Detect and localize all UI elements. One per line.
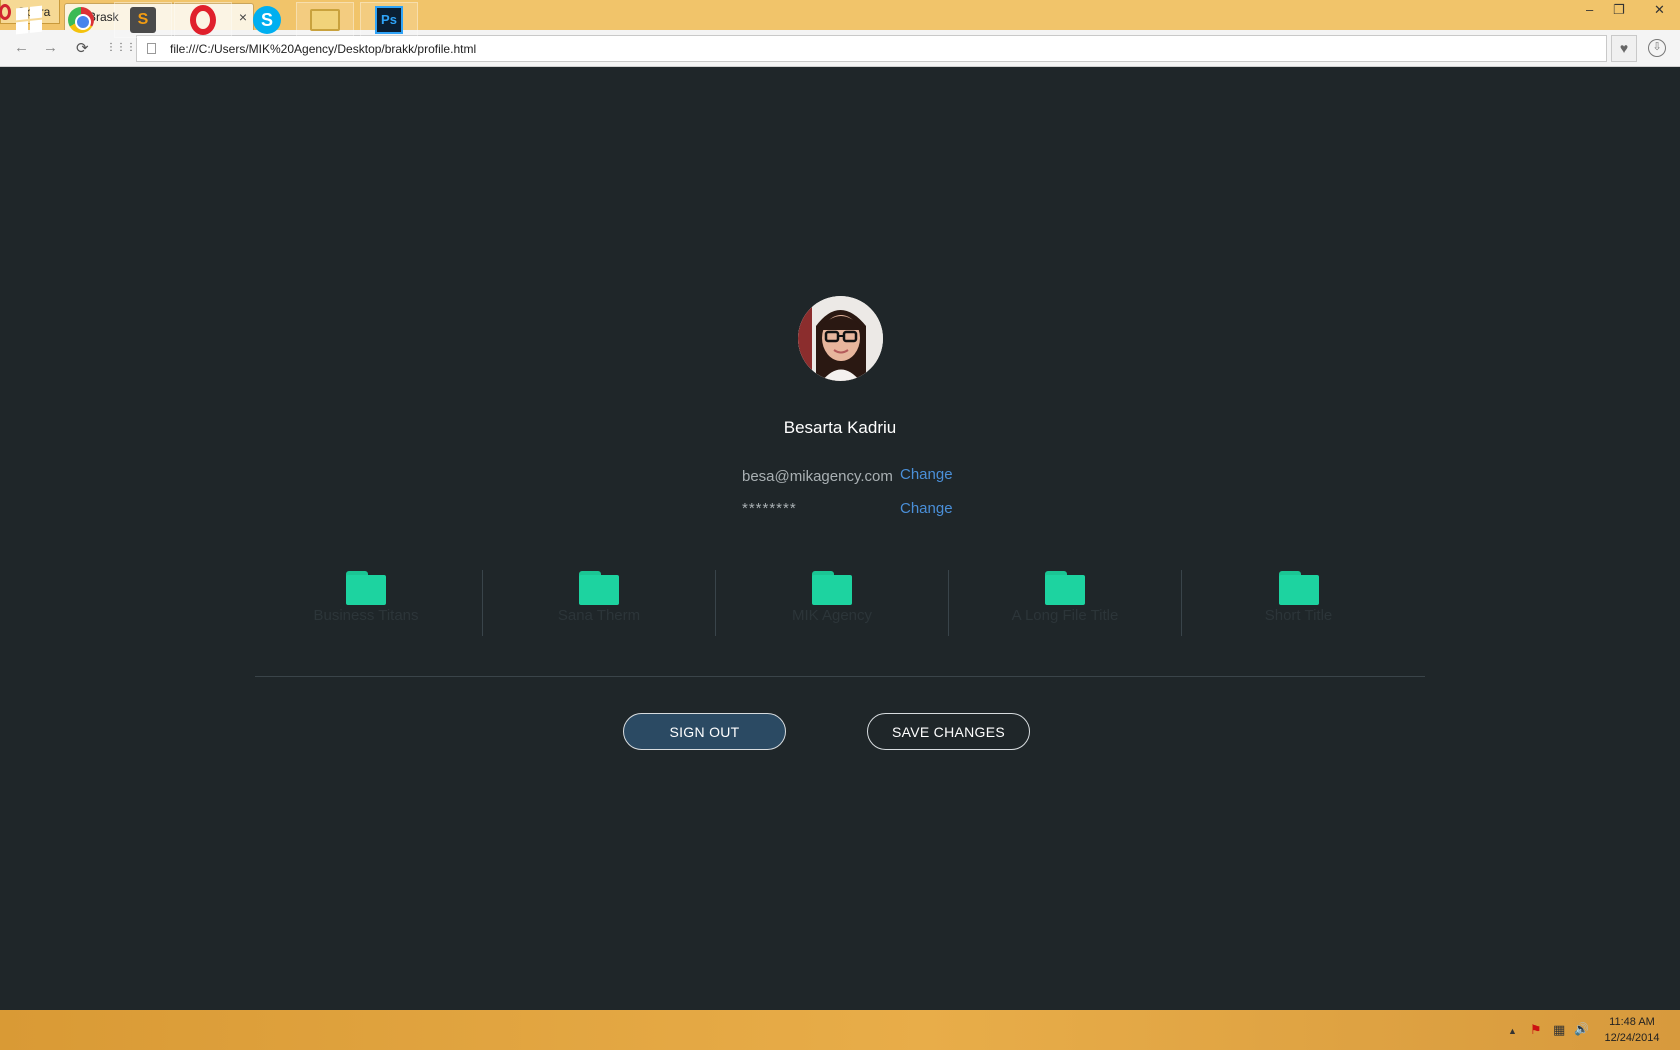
opera-icon (190, 5, 216, 35)
taskbar-sublime-text[interactable]: S (114, 2, 172, 38)
address-bar-url: file:///C:/Users/MIK%20Agency/Desktop/br… (170, 41, 477, 56)
address-bar[interactable]: file:///C:/Users/MIK%20Agency/Desktop/br… (136, 35, 1607, 62)
windows-logo-icon (16, 5, 42, 35)
taskbar-opera[interactable] (174, 2, 232, 38)
avatar-photo (798, 296, 883, 381)
change-email-link[interactable]: Change (900, 466, 953, 483)
folder-icon (1045, 571, 1085, 605)
folder-icon (812, 571, 852, 605)
folder-icon (579, 571, 619, 605)
folder-label: Business Titans (313, 607, 419, 624)
folder-item[interactable]: A Long File Title (949, 570, 1182, 636)
reload-icon[interactable]: ⟳ (76, 39, 89, 57)
email-value: besa@mikagency.com (742, 468, 893, 485)
speed-dial-icon[interactable]: ⋮⋮⋮ (106, 42, 136, 53)
photoshop-icon: Ps (375, 6, 403, 34)
change-password-link[interactable]: Change (900, 500, 953, 517)
restore-button[interactable]: ❐ (1613, 2, 1625, 18)
taskbar-skype[interactable]: S (238, 2, 296, 38)
close-window-button[interactable]: ✕ (1654, 2, 1665, 18)
taskbar-clock[interactable]: 11:48 AM 12/24/2014 (1592, 1014, 1672, 1046)
action-center-flag-icon[interactable]: ⚑ (1530, 1022, 1542, 1038)
chrome-icon (68, 7, 94, 33)
folder-label: Short Title (1264, 607, 1333, 624)
forward-icon[interactable]: → (43, 39, 58, 56)
folder-icon (346, 571, 386, 605)
page-icon (147, 43, 156, 54)
taskbar-chrome[interactable] (52, 2, 110, 38)
sign-out-button[interactable]: SIGN OUT (623, 713, 786, 750)
taskbar-file-explorer[interactable] (296, 2, 354, 38)
folder-list: Business Titans Sana Therm MIK Agency A … (250, 570, 1415, 636)
folder-label: MIK Agency (791, 607, 873, 624)
bookmark-heart-icon[interactable]: ♥ (1611, 35, 1637, 62)
download-icon[interactable]: ⇩ (1648, 39, 1666, 57)
folder-label: Sana Therm (557, 607, 641, 624)
start-button[interactable] (0, 2, 58, 38)
section-divider (255, 676, 1425, 677)
folder-item[interactable]: MIK Agency (716, 570, 949, 636)
avatar (798, 296, 883, 381)
show-hidden-icons-icon[interactable]: ▲ (1508, 1026, 1517, 1036)
folder-item[interactable]: Sana Therm (483, 570, 716, 636)
folder-icon (1278, 571, 1319, 605)
password-value: ******** (742, 500, 797, 517)
minimize-button[interactable]: – (1586, 2, 1593, 17)
back-icon[interactable]: ← (14, 39, 29, 56)
volume-icon[interactable]: 🔊 (1574, 1022, 1589, 1036)
save-changes-button[interactable]: SAVE CHANGES (867, 713, 1030, 750)
clock-time: 11:48 AM (1609, 1016, 1655, 1028)
clock-date: 12/24/2014 (1604, 1032, 1660, 1044)
sublime-text-icon: S (130, 7, 156, 33)
file-explorer-icon (310, 9, 340, 31)
profile-name: Besarta Kadriu (783, 418, 897, 437)
folder-item[interactable]: Business Titans (250, 570, 483, 636)
taskbar (0, 1010, 1680, 1050)
network-icon[interactable]: ▦ (1553, 1022, 1565, 1038)
folder-item[interactable]: Short Title (1182, 570, 1415, 636)
taskbar-photoshop[interactable]: Ps (360, 2, 418, 38)
skype-icon: S (253, 6, 281, 34)
folder-label: A Long File Title (1011, 607, 1119, 624)
